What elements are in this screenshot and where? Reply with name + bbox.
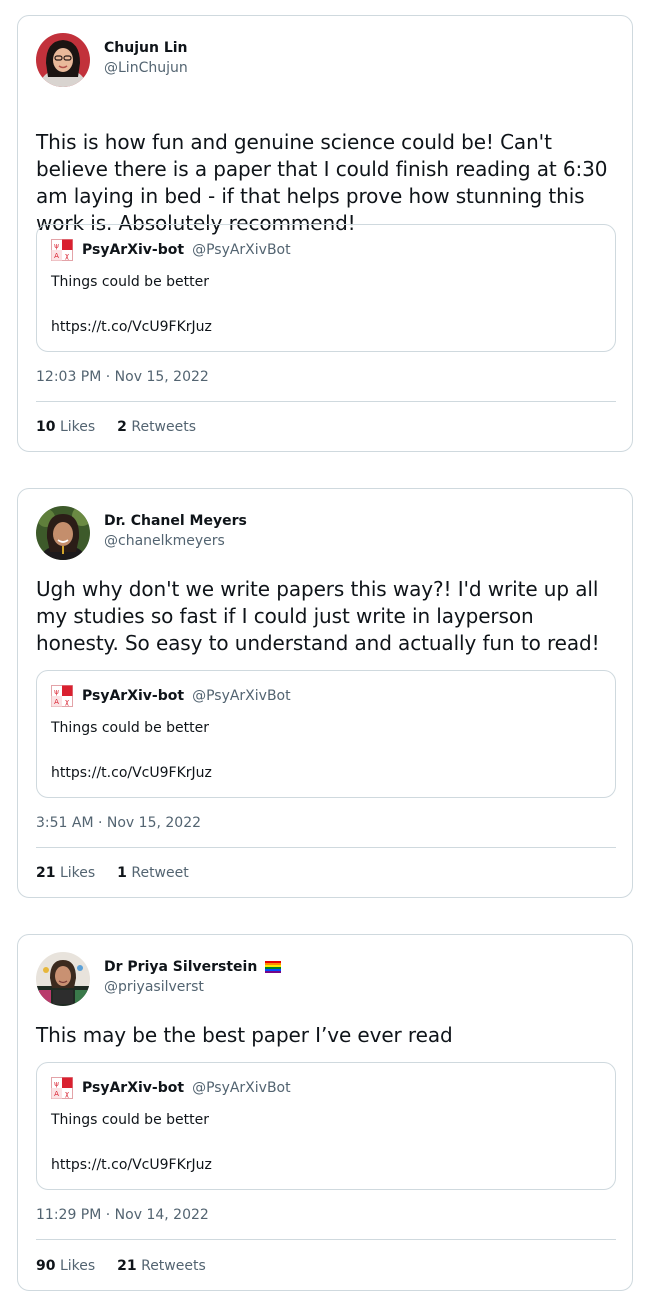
tweet-timestamp[interactable]: 3:51 AM · Nov 15, 2022	[36, 813, 201, 833]
likes-stat[interactable]: 90 Likes	[36, 1256, 95, 1276]
quote-text: Things could be better	[51, 274, 209, 290]
likes-count: 10	[36, 419, 56, 435]
quote-author-handle[interactable]: @PsyArXivBot	[192, 242, 291, 258]
likes-label: Likes	[59, 865, 96, 881]
quote-link[interactable]: https://t.co/VcU9FKrJuz	[51, 317, 212, 337]
svg-text:A: A	[54, 1090, 59, 1098]
quoted-tweet[interactable]: ψ A χ PsyArXiv-bot @PsyArXivBot Things c…	[36, 670, 616, 798]
likes-label: Likes	[59, 1258, 96, 1274]
likes-count: 21	[36, 865, 56, 881]
psyarxiv-logo-icon: ψ A χ	[51, 1077, 73, 1099]
likes-count: 90	[36, 1258, 56, 1274]
tweet-stats: 90 Likes 21 Retweets	[36, 1256, 228, 1276]
display-name[interactable]: Dr Priya Silverstein	[104, 957, 257, 977]
retweets-label: Retweet	[131, 865, 189, 881]
svg-text:χ: χ	[65, 698, 69, 706]
user-handle[interactable]: @LinChujun	[104, 58, 188, 78]
tweet-card[interactable]: Chujun Lin @LinChujun This is how fun an…	[17, 15, 633, 452]
svg-text:χ: χ	[65, 1090, 69, 1098]
tweet-stats: 10 Likes 2 Retweets	[36, 417, 218, 437]
tweet-text: This may be the best paper I’ve ever rea…	[36, 1023, 453, 1047]
avatar[interactable]	[36, 506, 90, 560]
retweets-stat[interactable]: 1 Retweet	[117, 863, 189, 883]
svg-text:A: A	[54, 252, 59, 260]
psyarxiv-logo-icon: ψ A χ	[51, 239, 73, 261]
svg-text:A: A	[54, 698, 59, 706]
svg-text:ψ: ψ	[54, 688, 60, 696]
user-handle[interactable]: @chanelkmeyers	[104, 531, 247, 551]
quoted-tweet[interactable]: ψ A χ PsyArXiv-bot @PsyArXivBot Things c…	[36, 1062, 616, 1190]
quote-text: Things could be better	[51, 720, 209, 736]
avatar-image-icon	[36, 506, 90, 560]
avatar-image-icon	[36, 952, 90, 1006]
tweet-text: Ugh why don't we write papers this way?!…	[36, 577, 600, 655]
svg-text:χ: χ	[65, 252, 69, 260]
quote-author-handle[interactable]: @PsyArXivBot	[192, 1080, 291, 1096]
quoted-tweet[interactable]: ψ A χ PsyArXiv-bot @PsyArXivBot Things c…	[36, 224, 616, 352]
display-name[interactable]: Dr. Chanel Meyers	[104, 511, 247, 531]
svg-text:ψ: ψ	[54, 1080, 60, 1088]
retweets-label: Retweets	[131, 419, 197, 435]
likes-label: Likes	[59, 419, 96, 435]
retweets-label: Retweets	[141, 1258, 206, 1274]
quote-author-handle[interactable]: @PsyArXivBot	[192, 688, 291, 704]
psyarxiv-logo-icon: ψ A χ	[51, 685, 73, 707]
likes-stat[interactable]: 21 Likes	[36, 863, 95, 883]
divider	[36, 401, 616, 402]
retweets-stat[interactable]: 2 Retweets	[117, 417, 196, 437]
quote-link[interactable]: https://t.co/VcU9FKrJuz	[51, 763, 212, 783]
avatar-image-icon	[36, 33, 90, 87]
divider	[36, 1239, 616, 1240]
divider	[36, 847, 616, 848]
quote-link[interactable]: https://t.co/VcU9FKrJuz	[51, 1155, 212, 1175]
tweet-timestamp[interactable]: 11:29 PM · Nov 14, 2022	[36, 1205, 209, 1225]
quote-text: Things could be better	[51, 1112, 209, 1128]
tweet-card[interactable]: Dr. Chanel Meyers @chanelkmeyers Ugh why…	[17, 488, 633, 898]
avatar[interactable]	[36, 952, 90, 1006]
display-name[interactable]: Chujun Lin	[104, 38, 188, 58]
display-name-row: Dr Priya Silverstein	[104, 957, 282, 977]
retweets-stat[interactable]: 21 Retweets	[117, 1256, 206, 1276]
quote-author-name[interactable]: PsyArXiv-bot	[82, 688, 184, 704]
retweets-count: 2	[117, 419, 127, 435]
quote-author-name[interactable]: PsyArXiv-bot	[82, 242, 184, 258]
svg-text:ψ: ψ	[54, 242, 60, 250]
likes-stat[interactable]: 10 Likes	[36, 417, 95, 437]
avatar[interactable]	[36, 33, 90, 87]
user-handle[interactable]: @priyasilverst	[104, 977, 281, 997]
quote-author-name[interactable]: PsyArXiv-bot	[82, 1080, 184, 1096]
retweets-count: 21	[117, 1258, 137, 1274]
retweets-count: 1	[117, 865, 127, 881]
tweet-text: This is how fun and genuine science coul…	[36, 130, 608, 235]
rainbow-flag-icon	[265, 961, 282, 973]
tweet-stats: 21 Likes 1 Retweet	[36, 863, 211, 883]
tweet-timestamp[interactable]: 12:03 PM · Nov 15, 2022	[36, 367, 209, 387]
tweet-card[interactable]: Dr Priya Silverstein @priyasilverst This…	[17, 934, 633, 1291]
